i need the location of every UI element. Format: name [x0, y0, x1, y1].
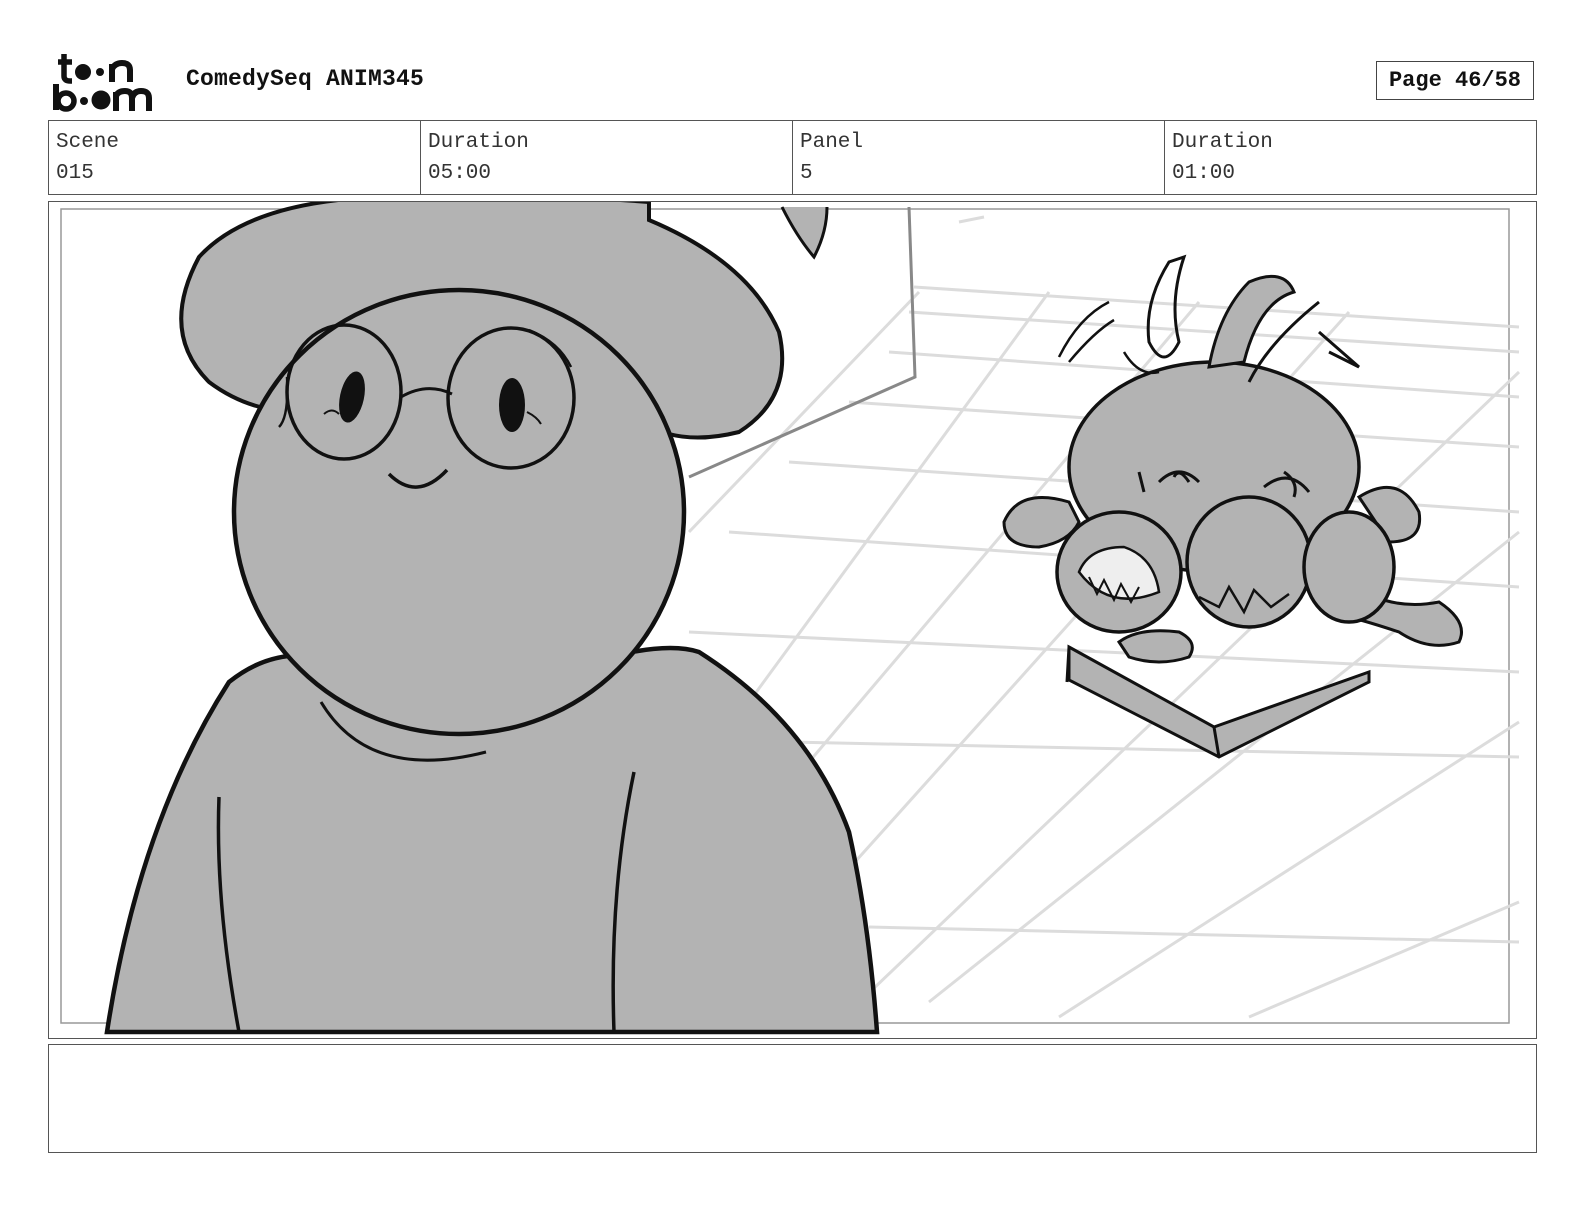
scene-value: 015	[56, 162, 94, 185]
scene-label: Scene	[56, 131, 120, 154]
page-indicator: Page 46/58	[1376, 61, 1534, 100]
panel-duration-label: Duration	[1172, 131, 1273, 154]
toon-boom-logo	[53, 54, 152, 112]
scene-cell: Scene 015	[49, 121, 421, 194]
panel-duration-value: 01:00	[1172, 162, 1236, 185]
scene-duration-value: 05:00	[428, 162, 492, 185]
scene-info-row: Scene 015 Duration 05:00 Panel 5 Duratio…	[48, 120, 1537, 195]
panel-notes-box	[48, 1044, 1537, 1153]
panel-cell: Panel 5	[793, 121, 1165, 194]
panel-value: 5	[800, 162, 813, 185]
scene-duration-cell: Duration 05:00	[421, 121, 793, 194]
storyboard-panel	[48, 201, 1537, 1039]
project-title: ComedySeq ANIM345	[186, 66, 425, 92]
scene-duration-label: Duration	[428, 131, 529, 154]
panel-label: Panel	[800, 131, 864, 154]
panel-duration-cell: Duration 01:00	[1165, 121, 1536, 194]
panel-drawing	[60, 202, 1521, 1035]
